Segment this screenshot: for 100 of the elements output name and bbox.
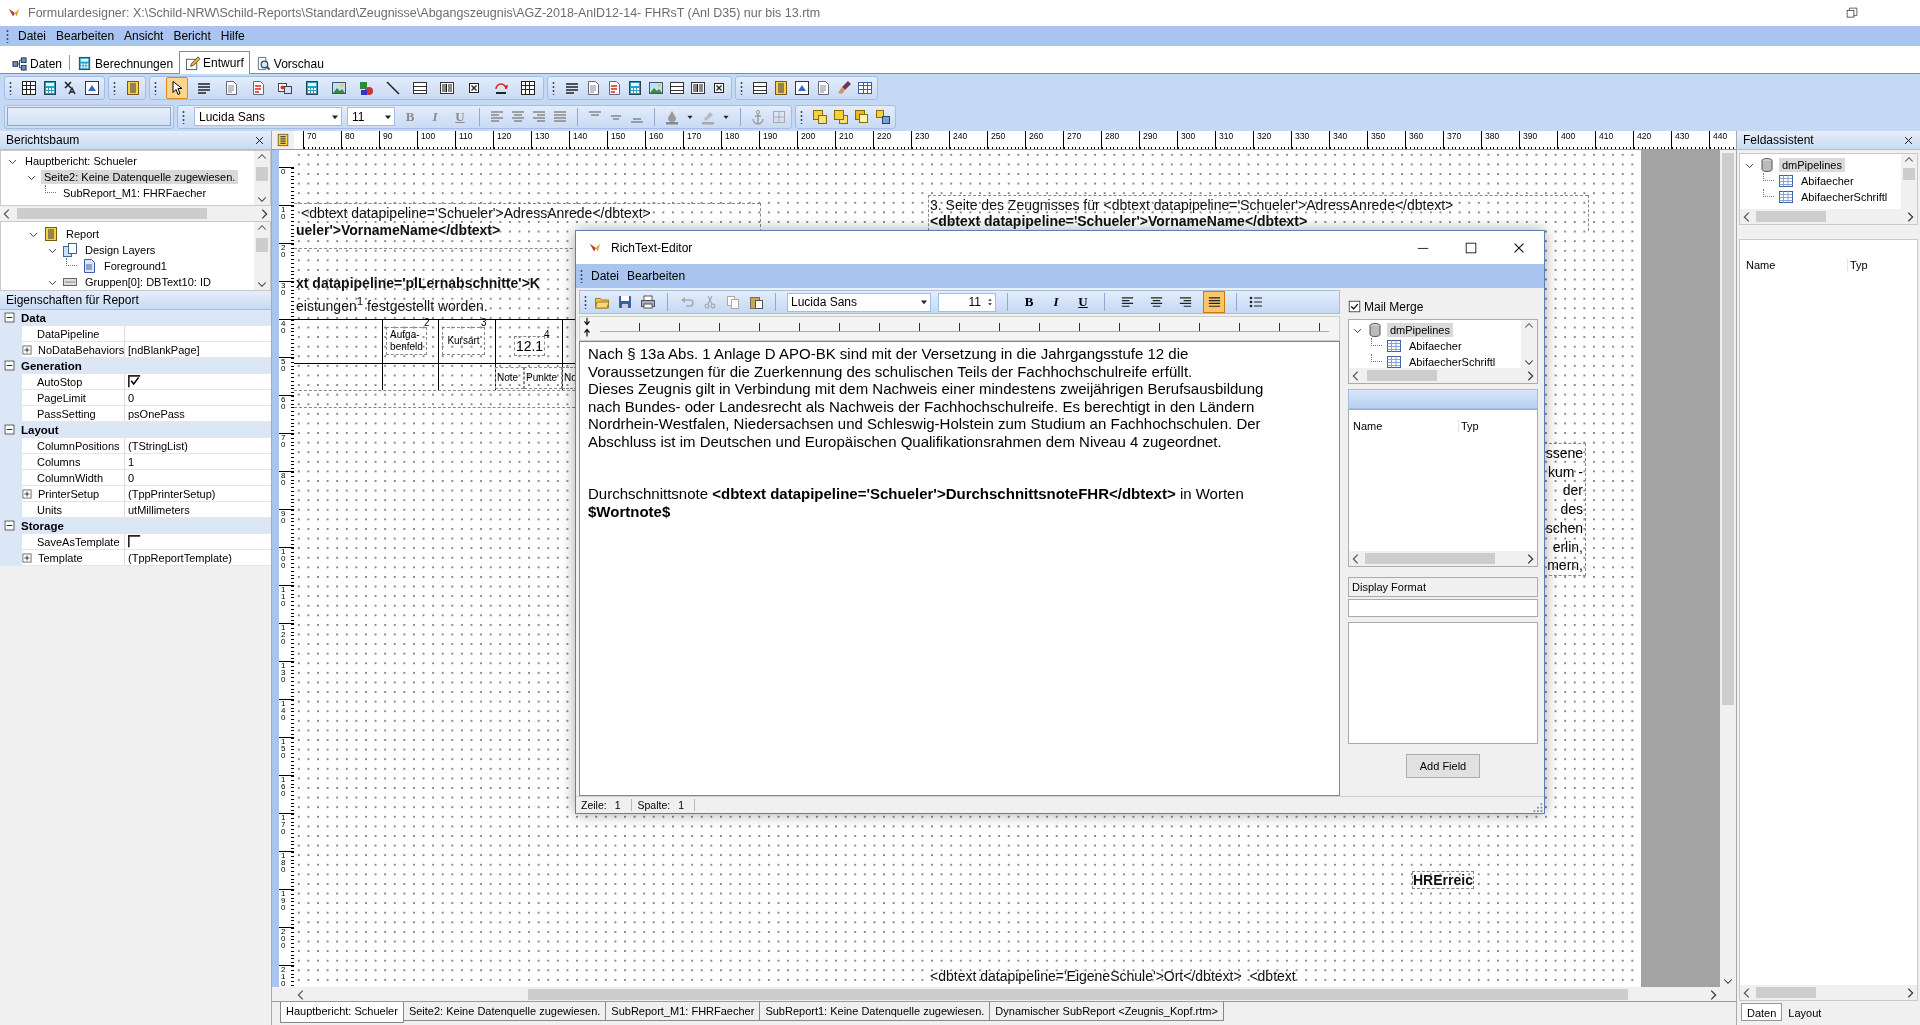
tree-item[interactable]: Gruppen[0]: DBText10: ID — [82, 275, 214, 289]
tree-item[interactable]: Abifaecher — [1798, 174, 1857, 188]
ruler-label: 350 — [1371, 132, 1386, 141]
table-label[interactable]: Note — [495, 367, 524, 389]
table-label[interactable]: Kursart — [442, 327, 485, 355]
ruler-label: 130 — [535, 132, 550, 141]
property-name: DataPipeline — [37, 327, 100, 340]
property-name: Units — [37, 503, 63, 516]
column-header[interactable]: Name — [1744, 259, 1848, 271]
tab[interactable]: Layout — [1782, 1003, 1828, 1021]
report-text[interactable]: HRErreic — [1412, 871, 1474, 889]
category-label: Layout — [21, 423, 59, 436]
category-label: Generation — [21, 359, 82, 372]
property-name: AutoStop — [37, 375, 83, 388]
tab[interactable]: Daten — [6, 53, 69, 73]
tree-item[interactable]: AbifaecherSchriftl — [1798, 190, 1891, 204]
report-text[interactable]: <dbtext datapipeline='Schueler'>VornameName</dbtext> — [930, 213, 1308, 229]
ruler-label: 120 — [497, 132, 512, 141]
ruler-label: 170 — [281, 815, 287, 836]
report-tab[interactable]: Hauptbericht: Schueler — [280, 1002, 404, 1023]
report-text[interactable]: ueler'>VornameName</dbtext> — [296, 222, 501, 238]
paragraph: Dieses Zeugnis gilt in Verbindung mit dem Nachweis einer mindestens zweijährigen Berufsausbildung nach Bundes- oder Landesrecht als Nachweis der Fachhochschulreife. Es berechtigt in den Ländern Nordrhein-Westfalen, Niedersachsen und Schleswig-Holstein zum Studium an Fachhochschulen. Der Abschluss ist im Deutschen und Europäischen Qualifikationsrahmen dem Niveau 4 zugeordnet. — [588, 380, 1265, 450]
property-name: ColumnWidth — [37, 471, 104, 484]
ruler-label: 340 — [1333, 132, 1348, 141]
report-text[interactable]: <dbtext datapipeline='EigeneSchule'>Ort</dbtext> <dbtext — [930, 968, 1296, 984]
ruler-label: 0 — [281, 169, 287, 176]
table-label[interactable]: Aufga- benfeld — [386, 327, 427, 355]
ruler-label: 50 — [281, 359, 287, 373]
checkbox-label[interactable]: Mail Merge — [1364, 299, 1424, 314]
tab[interactable]: Berechnungen — [71, 53, 180, 73]
ruler-label: 430 — [1675, 132, 1690, 141]
ruler-label: 140 — [281, 701, 287, 722]
report-text[interactable]: xt datapipeline='plLernabschnitte'>K — [296, 275, 540, 291]
report-text[interactable]: <dbtext datapipeline='Schueler'>AdressAnrede</dbtext> — [301, 205, 651, 221]
category-label: Data — [21, 311, 46, 324]
ruler-label: 90 — [383, 132, 393, 141]
tree-item[interactable]: SubReport_M1: FHRFaecher — [60, 186, 210, 200]
panel-title: Berichtsbaum — [6, 133, 80, 147]
ruler-label: 310 — [1219, 132, 1234, 141]
tree-item[interactable]: dmPipelines — [1779, 158, 1845, 172]
ruler-label: 200 — [801, 132, 816, 141]
tree-item[interactable]: dmPipelines — [1387, 323, 1453, 337]
ruler-label: 200 — [281, 929, 287, 950]
ruler-label: 190 — [763, 132, 778, 141]
ruler-label: 160 — [649, 132, 664, 141]
ruler-label: 10 — [281, 207, 287, 221]
column-header[interactable]: Typ — [1848, 259, 1868, 271]
report-text[interactable]: 3. Seite des Zeugnisses für <dbtext datapipeline='Schueler'>AdressAnrede</dbtext> — [930, 197, 1454, 213]
column-header[interactable]: Name — [1351, 420, 1459, 432]
menu-item[interactable]: Bericht — [168, 27, 216, 45]
panel-title: Feldassistent — [1743, 133, 1814, 147]
ruler-label: 180 — [281, 853, 287, 874]
tree-item[interactable]: Foreground1 — [101, 259, 170, 273]
menu-item[interactable]: Bearbeiten — [623, 269, 690, 283]
property-name: ColumnPositions — [37, 439, 120, 452]
style-button[interactable]: U — [1073, 292, 1093, 312]
status-label: Zeile: — [581, 799, 607, 811]
tree-item[interactable]: Seite2: Keine Datenquelle zugewiesen. — [41, 170, 239, 184]
property-value: [ndBlankPage] — [128, 343, 200, 356]
font-dropdown[interactable]: Lucida Sans — [787, 292, 931, 312]
menu-item[interactable]: Datei — [587, 269, 623, 283]
table-label[interactable]: Punkte — [524, 367, 562, 389]
ruler-label: 300 — [1181, 132, 1196, 141]
tree-item[interactable]: Abifaecher — [1406, 339, 1465, 353]
ruler-label: 420 — [1637, 132, 1652, 141]
table-label[interactable]: 12.1 — [514, 336, 545, 356]
tree-item[interactable]: Report — [63, 227, 103, 241]
status-value: 1 — [614, 799, 621, 811]
report-tab[interactable]: Dynamischer SubReport <Zeugnis_Kopf.rtm> — [989, 1002, 1224, 1021]
style-button[interactable]: B — [1019, 292, 1039, 312]
report-text[interactable]: eistungen$^{1}$ festgestellt worden. — [296, 293, 488, 314]
tree-item[interactable]: AbifaecherSchriftl — [1406, 355, 1499, 368]
menu-item[interactable]: Bearbeiten — [51, 27, 120, 45]
tree-item[interactable]: Design Layers — [82, 243, 159, 257]
property-name: SaveAsTemplate — [37, 535, 120, 548]
style-button[interactable]: I — [1046, 292, 1066, 312]
font-size-field[interactable]: 11 — [938, 292, 996, 312]
add-field-button[interactable]: Add Field — [1406, 754, 1480, 778]
ruler-label: 150 — [281, 739, 287, 760]
tree-item[interactable]: Hauptbericht: Schueler — [22, 154, 140, 168]
paragraph: Nach § 13a Abs. 1 Anlage D APO-BK sind mit der Versetzung in die Jahrgangsstufe 12 die Voraussetzungen für die Zuerkennung des schulischen Teils der Fachhochschulreife erfüllt. — [588, 345, 1194, 380]
ruler-label: 270 — [1067, 132, 1082, 141]
ruler-label: 60 — [281, 397, 287, 411]
font-dropdown[interactable]: Lucida Sans — [194, 107, 342, 126]
tab[interactable]: Daten — [1741, 1003, 1783, 1021]
tab[interactable]: Entwurf — [179, 51, 250, 74]
menu-item[interactable]: Ansicht — [119, 27, 169, 45]
ruler-label: 110 — [459, 132, 473, 141]
menu-item[interactable]: Hilfe — [215, 27, 250, 45]
menu-item[interactable]: Datei — [13, 27, 51, 45]
status-value: 1 — [678, 799, 685, 811]
ruler-label: 330 — [1295, 132, 1310, 141]
ruler-label: 320 — [1257, 132, 1272, 141]
column-header[interactable]: Typ — [1459, 420, 1479, 432]
category-label: Storage — [21, 519, 64, 532]
tab[interactable]: Vorschau — [249, 53, 330, 73]
window-title: Formulardesigner: X:\Schild-NRW\Schild-Reports\Standard\Zeugnisse\Abgangszeugnis\AGZ-2018-AnlD12-14- FHRsT (Anl D35) nur bis 13.rtm — [28, 6, 821, 20]
ruler-label: 180 — [725, 132, 740, 141]
ruler-label: 30 — [281, 283, 287, 297]
font-size-dropdown[interactable]: 11 — [347, 107, 395, 126]
